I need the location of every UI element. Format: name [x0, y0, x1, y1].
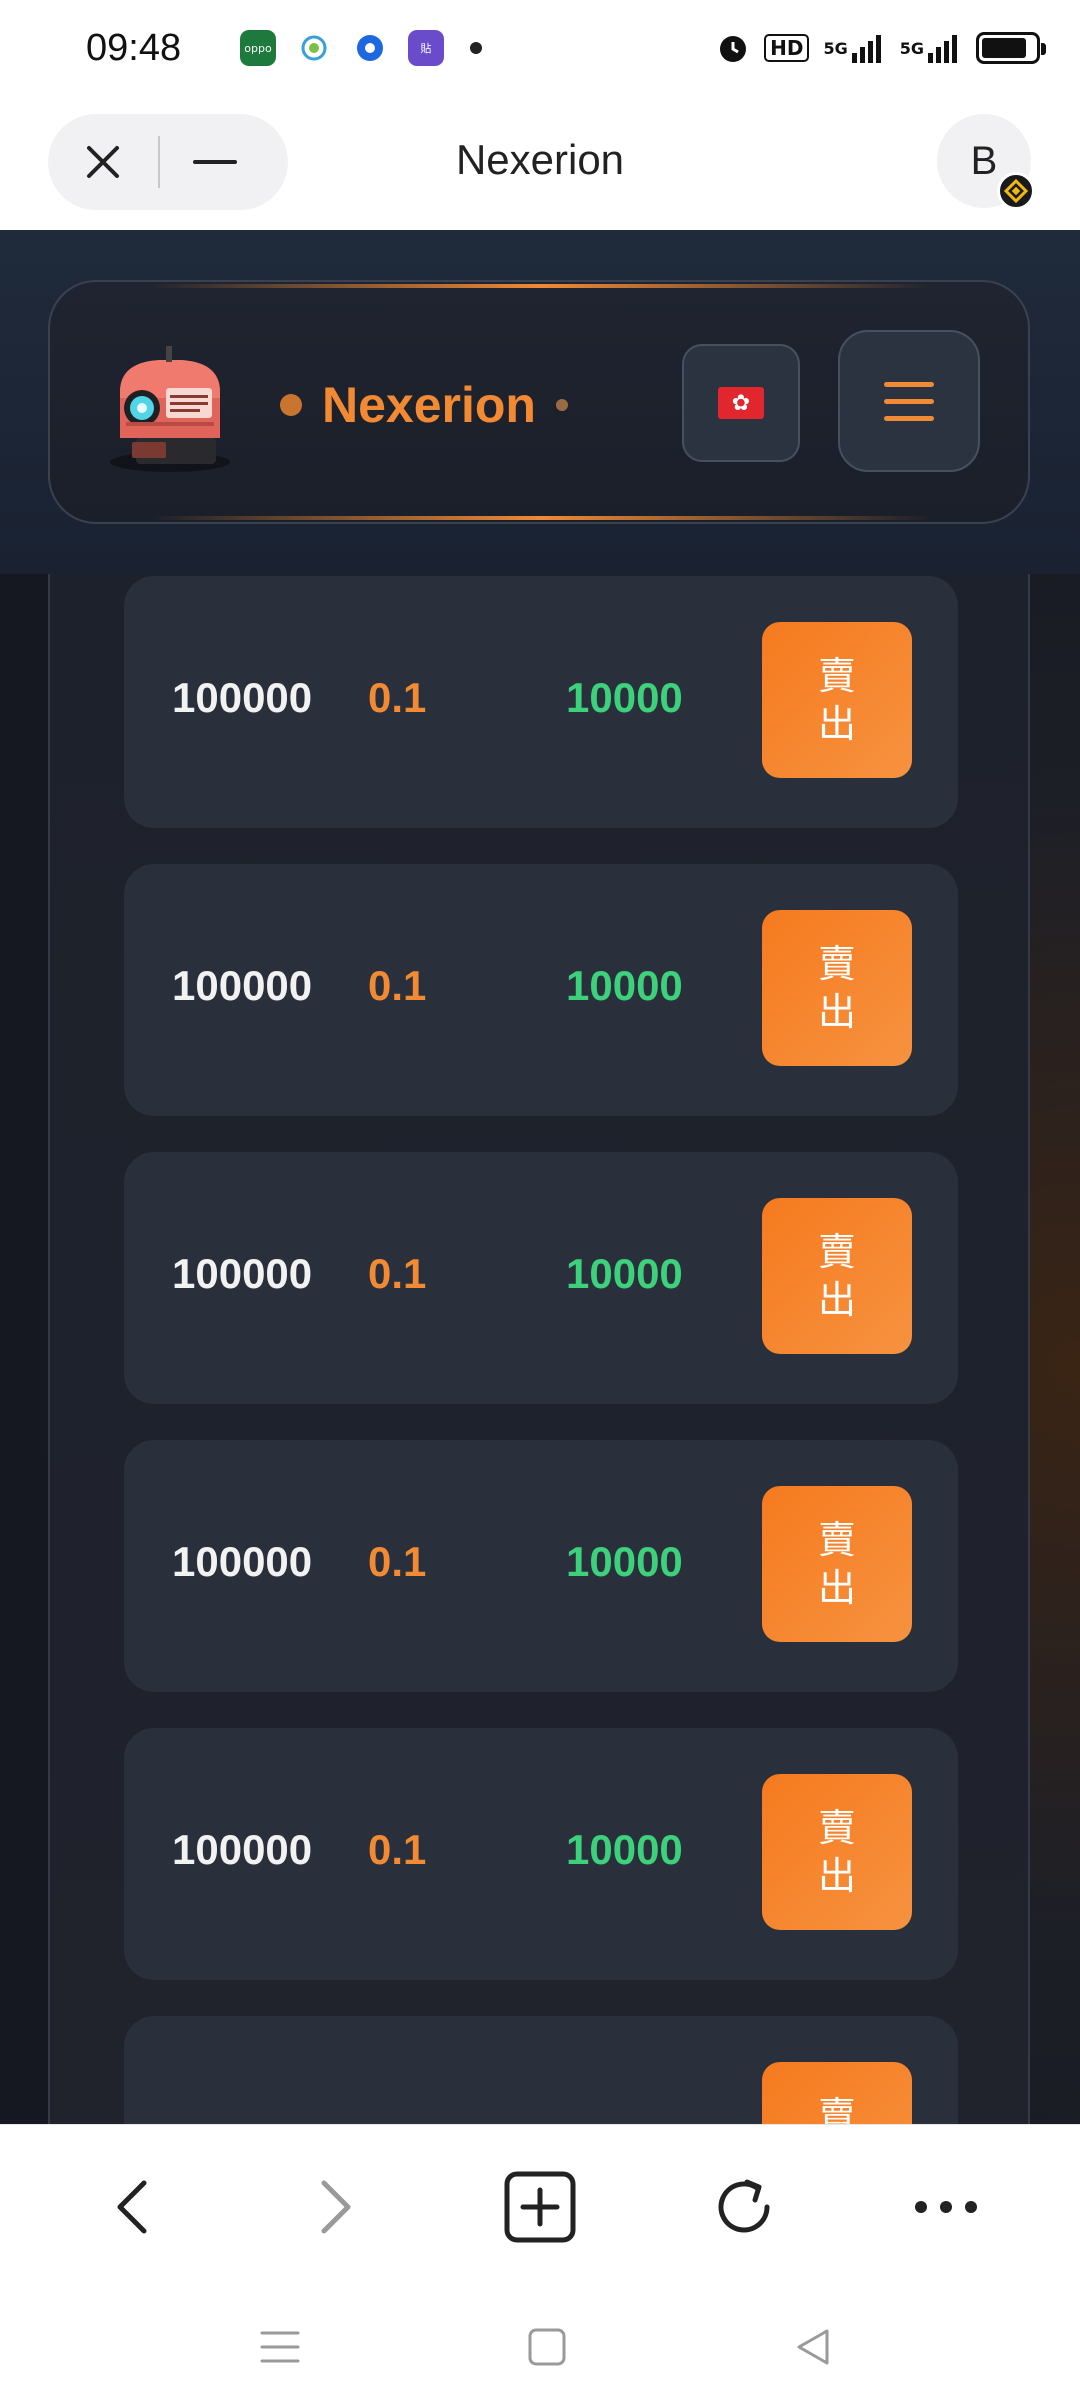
- forward-button[interactable]: [296, 2167, 376, 2247]
- triangle-back-icon: [797, 2329, 829, 2365]
- order-row: 賣出: [124, 2016, 958, 2124]
- binance-badge-icon: [997, 172, 1035, 210]
- language-button[interactable]: ✿: [682, 344, 800, 462]
- hamburger-icon-line-2: [884, 398, 934, 404]
- sticker-app-icon: 貼: [408, 30, 444, 66]
- mining-machine-logo[interactable]: [102, 342, 238, 476]
- network-label: 5G: [823, 38, 848, 58]
- sell-button-label: 賣: [817, 1230, 856, 1274]
- home-button[interactable]: [512, 2312, 582, 2382]
- square-home-icon: [528, 2328, 566, 2366]
- messenger-app-icon: [352, 30, 388, 66]
- hamburger-icon-line-3: [884, 415, 934, 421]
- order-amount: 100000: [172, 962, 313, 1009]
- menu-lines-icon: [260, 2331, 300, 2363]
- hong-kong-flag-icon: ✿: [718, 387, 764, 419]
- order-amount: 100000: [172, 674, 313, 721]
- sell-button[interactable]: 賣出: [762, 1486, 912, 1642]
- order-rate: 0.1: [368, 674, 427, 721]
- signal-5g-icon: 5G: [823, 33, 885, 63]
- browser-header: Nexerion B: [0, 96, 1080, 230]
- more-notifications-dot: [470, 42, 482, 54]
- notification-icons: oppo 貼: [240, 30, 482, 66]
- sell-button-label: 出: [817, 1566, 856, 1610]
- order-result: 10000: [566, 962, 683, 1009]
- order-rate: 0.1: [368, 1538, 427, 1585]
- order-rate: 0.1: [368, 1250, 427, 1297]
- order-row: 100000 0.1 10000 賣出: [124, 576, 958, 828]
- sell-button-label: 出: [817, 1278, 856, 1322]
- back-button[interactable]: [92, 2167, 172, 2247]
- sell-button-label: 賣: [817, 1518, 856, 1562]
- sell-button-label: 出: [817, 1854, 856, 1898]
- browser-toolbar: [0, 2124, 1080, 2284]
- status-bar: 09:48 oppo 貼 HD 5G 5G: [0, 0, 1080, 96]
- more-button[interactable]: [906, 2167, 986, 2247]
- sell-button-label: 賣: [817, 1806, 856, 1850]
- sell-button[interactable]: 賣出: [762, 622, 912, 778]
- web-content: 100000 0.1 10000 賣出 100000 0.1 10000 賣出 100000 0.…: [0, 230, 1080, 2124]
- recents-button[interactable]: [245, 2312, 315, 2382]
- network-label-2: 5G: [899, 38, 924, 58]
- brand-dot-small-icon: [555, 399, 568, 411]
- order-result: 10000: [566, 1538, 683, 1585]
- order-row: 100000 0.1 10000 賣出: [124, 864, 958, 1116]
- sell-button-label: 出: [817, 990, 856, 1034]
- sell-button[interactable]: 賣出: [762, 1774, 912, 1930]
- new-tab-icon: [504, 2171, 576, 2243]
- new-tab-button[interactable]: [500, 2167, 580, 2247]
- oppo-app-icon: oppo: [240, 30, 276, 66]
- back-icon: [117, 2180, 147, 2234]
- site-header: Nexerion ✿: [48, 280, 1030, 524]
- status-time: 09:48: [86, 26, 182, 69]
- reload-button[interactable]: [704, 2167, 784, 2247]
- hamburger-icon: [884, 381, 934, 387]
- sell-button[interactable]: 賣出: [762, 2062, 912, 2124]
- order-rate: 0.1: [368, 962, 427, 1009]
- signal-5g-icon-2: 5G: [900, 33, 962, 63]
- order-list: 100000 0.1 10000 賣出 100000 0.1 10000 賣出 100000 0.…: [48, 574, 1030, 2124]
- order-row: 100000 0.1 10000 賣出: [124, 1728, 958, 1980]
- site-header-area: Nexerion ✿: [0, 230, 1080, 574]
- sell-button-label: 出: [817, 702, 856, 746]
- system-nav-bar: [0, 2284, 1080, 2408]
- order-row: 100000 0.1 10000 賣出: [124, 1152, 958, 1404]
- alarm-icon: [716, 31, 750, 65]
- order-amount: 100000: [172, 1538, 313, 1585]
- sell-button-label: 賣: [817, 2094, 856, 2124]
- page-title: Nexerion: [455, 136, 625, 183]
- battery-icon: [976, 32, 1046, 64]
- brand[interactable]: Nexerion: [280, 376, 568, 434]
- avatar[interactable]: B: [937, 114, 1035, 210]
- avatar-letter: B: [970, 138, 998, 183]
- order-amount: 100000: [172, 1250, 313, 1297]
- sell-button-label: 賣: [817, 942, 856, 986]
- sell-button-label: 賣: [817, 654, 856, 698]
- network-app-icon: [296, 30, 332, 66]
- hd-icon: HD: [764, 34, 810, 62]
- order-rate: 0.1: [368, 1826, 427, 1873]
- order-result: 10000: [566, 1826, 683, 1873]
- order-amount: 100000: [172, 1826, 313, 1873]
- brand-name: Nexerion: [322, 377, 536, 433]
- system-icons: HD 5G 5G: [716, 31, 1046, 65]
- forward-icon: [321, 2180, 351, 2234]
- battery-level: [982, 38, 1027, 58]
- order-result: 10000: [566, 1250, 683, 1297]
- brand-dot-icon: [280, 394, 302, 416]
- order-row: 100000 0.1 10000 賣出: [124, 1440, 958, 1692]
- header-glow-bottom: [150, 516, 932, 520]
- system-back-button[interactable]: [778, 2312, 848, 2382]
- order-result: 10000: [566, 674, 683, 721]
- more-icon: [915, 2201, 977, 2213]
- sell-button[interactable]: 賣出: [762, 910, 912, 1066]
- header-glow-top: [150, 284, 932, 288]
- sell-button[interactable]: 賣出: [762, 1198, 912, 1354]
- menu-button[interactable]: [838, 330, 980, 472]
- reload-icon: [718, 2179, 770, 2233]
